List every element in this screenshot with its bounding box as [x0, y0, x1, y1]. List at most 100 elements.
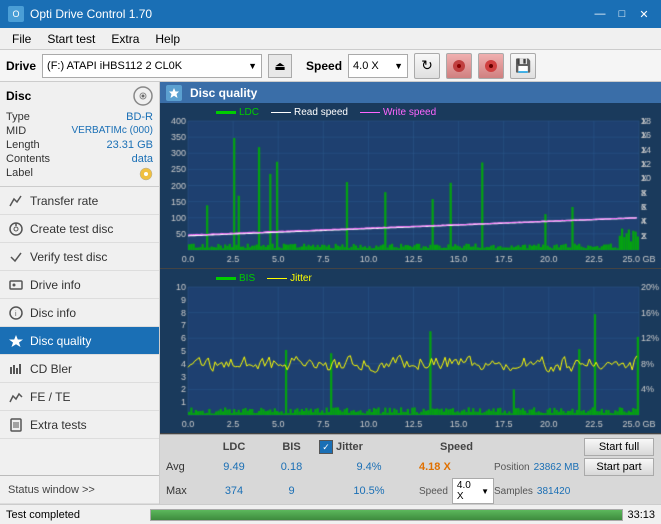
eject-button[interactable]: ⏏ [268, 54, 292, 78]
nav-extra-tests[interactable]: Extra tests [0, 411, 159, 439]
speed-val: 4.18 X [419, 461, 494, 473]
content-area: Disc quality LDC Read speed [160, 82, 661, 504]
disc-icon [133, 86, 153, 106]
close-button[interactable]: ✕ [635, 5, 653, 23]
status-window-btn[interactable]: Status window >> [0, 476, 159, 504]
disc-length-val: 23.31 GB [107, 139, 153, 151]
legend-read-speed: Read speed [271, 107, 348, 118]
menu-extra[interactable]: Extra [103, 28, 147, 49]
disc-row-contents: Contents data [6, 152, 153, 166]
speed-select-arrow: ▼ [394, 61, 403, 71]
progress-fill [151, 510, 622, 520]
disc-mid-val: VERBATIMc (000) [72, 125, 154, 137]
max-bis: 9 [264, 485, 319, 497]
header-speed: Speed [419, 441, 494, 453]
speed-display: 4.0 X ▼ [452, 478, 494, 504]
drive-bar: Drive (F:) ATAPI iHBS112 2 CL0K ▼ ⏏ Spee… [0, 50, 661, 82]
drive-select-arrow: ▼ [248, 61, 257, 71]
start-full-button[interactable]: Start full [584, 438, 654, 456]
main-layout: Disc Type BD-R MID VERBATIMc (000) Lengt… [0, 82, 661, 504]
disc-label-val [139, 167, 153, 181]
avg-ldc: 9.49 [204, 461, 264, 473]
speed-value: 4.0 X [353, 60, 379, 72]
disc-section-label: Disc [6, 89, 31, 103]
legend-bis: BIS [216, 273, 255, 284]
refresh-button[interactable]: ↻ [414, 53, 440, 79]
header-jitter: Jitter [336, 441, 363, 453]
menu-help[interactable]: Help [147, 28, 188, 49]
extra-tests-icon [8, 417, 24, 433]
stats-panel: LDC BIS ✓ Jitter Speed Start full Avg 9.… [160, 434, 661, 504]
save-button[interactable]: 💾 [510, 53, 536, 79]
bottom-chart [160, 269, 661, 433]
nav-verify-test-disc[interactable]: Verify test disc [0, 243, 159, 271]
menu-bar: File Start test Extra Help [0, 28, 661, 50]
sidebar: Disc Type BD-R MID VERBATIMc (000) Lengt… [0, 82, 160, 504]
disc-type-val: BD-R [126, 111, 153, 123]
top-chart [160, 103, 661, 268]
nav-cd-bler[interactable]: CD Bler [0, 355, 159, 383]
header-bis: BIS [264, 441, 319, 453]
nav-create-test-disc[interactable]: Create test disc [0, 215, 159, 243]
samples-val: 381420 [537, 486, 570, 497]
disc-quality-title: Disc quality [190, 86, 257, 100]
chart-legend-top: LDC Read speed Write speed [186, 105, 466, 118]
speed-select[interactable]: 4.0 X ▼ [348, 54, 408, 78]
maximize-button[interactable]: □ [613, 5, 631, 23]
menu-file[interactable]: File [4, 28, 39, 49]
disc-row-mid: MID VERBATIMc (000) [6, 124, 153, 138]
disc-button1[interactable] [446, 53, 472, 79]
drive-label: Drive [6, 59, 36, 73]
header-ldc: LDC [204, 441, 264, 453]
disc-info-icon: i [8, 305, 24, 321]
jitter-checkbox[interactable]: ✓ [319, 440, 333, 454]
disc-quality-header: Disc quality [160, 82, 661, 103]
nav-fe-te[interactable]: FE / TE [0, 383, 159, 411]
transfer-rate-icon [8, 193, 24, 209]
minimize-button[interactable]: — [591, 5, 609, 23]
drive-value: (F:) ATAPI iHBS112 2 CL0K [47, 60, 182, 72]
status-bar: Test completed 33:13 [0, 504, 661, 524]
nav-disc-info[interactable]: i Disc info [0, 299, 159, 327]
cd-bler-icon [8, 361, 24, 377]
disc-quality-icon [8, 333, 24, 349]
nav-drive-info[interactable]: Drive info [0, 271, 159, 299]
nav-disc-quality[interactable]: Disc quality [0, 327, 159, 355]
disc-info-panel: Disc Type BD-R MID VERBATIMc (000) Lengt… [0, 82, 159, 187]
app-icon: O [8, 6, 24, 22]
max-label: Max [166, 485, 204, 497]
sidebar-nav: Transfer rate Create test disc Verify te… [0, 187, 159, 504]
avg-label: Avg [166, 461, 204, 473]
position-val: 23862 MB [534, 462, 580, 473]
disc-row-label: Label [6, 166, 153, 182]
disc-quality-icon-header [166, 85, 182, 101]
create-disc-icon [8, 221, 24, 237]
drive-info-icon [8, 277, 24, 293]
max-ldc: 374 [204, 485, 264, 497]
nav-transfer-rate[interactable]: Transfer rate [0, 187, 159, 215]
drive-select[interactable]: (F:) ATAPI iHBS112 2 CL0K ▼ [42, 54, 262, 78]
svg-text:i: i [15, 311, 17, 318]
speed-label: Speed [306, 59, 342, 73]
avg-jitter: 9.4% [319, 461, 419, 473]
disc-row-length: Length 23.31 GB [6, 138, 153, 152]
status-time: 33:13 [627, 509, 655, 521]
disc-button2[interactable] [478, 53, 504, 79]
legend-ldc: LDC [216, 107, 259, 118]
status-text: Test completed [6, 509, 146, 521]
legend-write-speed: Write speed [360, 107, 436, 118]
charts-container: LDC Read speed Write speed [160, 103, 661, 504]
legend-jitter: Jitter [267, 273, 312, 284]
max-jitter: 10.5% [319, 485, 419, 497]
avg-bis: 0.18 [264, 461, 319, 473]
disc-contents-val: data [132, 153, 153, 165]
fe-te-icon [8, 389, 24, 405]
progress-bar [150, 509, 623, 521]
title-text: Opti Drive Control 1.70 [30, 7, 152, 21]
verify-icon [8, 249, 24, 265]
menu-start-test[interactable]: Start test [39, 28, 103, 49]
start-part-button[interactable]: Start part [584, 458, 654, 476]
chart-legend-bottom: BIS Jitter [186, 271, 342, 284]
title-bar: O Opti Drive Control 1.70 — □ ✕ [0, 0, 661, 28]
disc-row-type: Type BD-R [6, 110, 153, 124]
